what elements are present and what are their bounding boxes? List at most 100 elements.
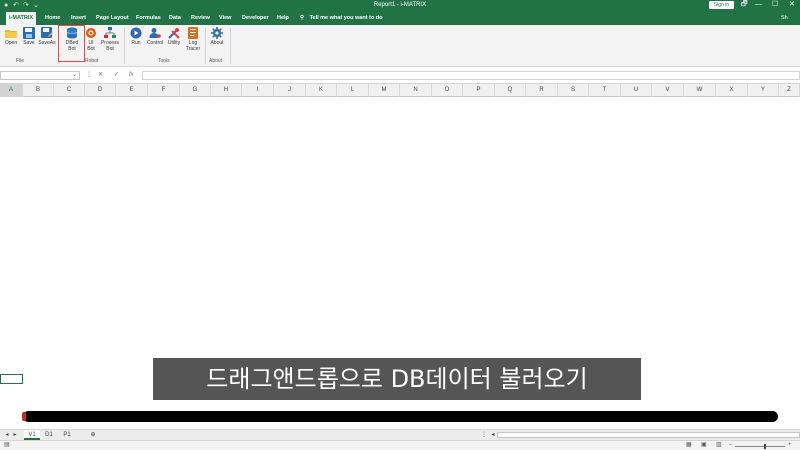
scroll-sheets-right-icon[interactable]: ▸	[11, 430, 19, 440]
log-tracer-button[interactable]: Log Tracer	[184, 27, 202, 52]
video-progress-bar[interactable]	[22, 411, 778, 422]
run-button[interactable]: Run	[129, 27, 143, 46]
zoom-out-icon[interactable]: −	[729, 441, 733, 450]
horizontal-scrollbar[interactable]	[497, 432, 800, 438]
about-button[interactable]: About	[208, 27, 226, 46]
normal-view-icon[interactable]: ▦	[686, 441, 692, 450]
column-header-o[interactable]: O	[432, 84, 463, 97]
sheet-tab-p1[interactable]: P1	[60, 430, 74, 440]
page-layout-view-icon[interactable]: ▣	[701, 441, 707, 450]
column-header-b[interactable]: B	[23, 84, 54, 97]
zoom-slider-knob[interactable]	[764, 444, 766, 449]
tell-me-label: Tell me what you want to do	[309, 15, 383, 21]
ribbon: Open Save SaveAs File DBed Bot UI Bot Pr…	[0, 25, 800, 67]
group-separator	[124, 28, 125, 64]
tab-help[interactable]: Help	[277, 13, 289, 23]
column-header-m[interactable]: M	[369, 84, 400, 97]
confirm-entry-icon[interactable]: ✓	[114, 70, 119, 80]
column-header-t[interactable]: T	[589, 84, 621, 97]
column-header-d[interactable]: D	[85, 84, 116, 97]
column-header-f[interactable]: F	[148, 84, 180, 97]
column-header-a[interactable]: A	[0, 84, 23, 97]
column-headers: A B C D E F G H I J K L M N O P Q R S T …	[0, 84, 800, 97]
zoom-slider[interactable]	[735, 446, 785, 447]
column-header-n[interactable]: N	[400, 84, 432, 97]
active-cell[interactable]	[0, 374, 23, 384]
column-header-l[interactable]: L	[337, 84, 369, 97]
add-sheet-button[interactable]: ⊕	[88, 430, 98, 440]
tab-formulas[interactable]: Formulas	[136, 13, 161, 23]
process-bot-label-line2: Bot	[106, 46, 114, 52]
column-header-x[interactable]: X	[716, 84, 748, 97]
save-label: Save	[23, 40, 35, 46]
save-as-button[interactable]: SaveAs	[38, 27, 56, 46]
tab-developer[interactable]: Developer	[242, 13, 269, 23]
save-as-label: SaveAs	[38, 40, 56, 46]
column-header-r[interactable]: R	[526, 84, 558, 97]
hscroll-left-icon[interactable]: ◂	[490, 430, 496, 440]
ui-bot-icon	[86, 28, 96, 38]
run-label: Run	[131, 40, 141, 46]
tab-view[interactable]: View	[219, 13, 231, 23]
tab-page-layout[interactable]: Page Layout	[96, 13, 129, 23]
play-icon	[130, 27, 142, 39]
tab-home[interactable]: Home	[45, 13, 60, 23]
sheet-tab-d1[interactable]: D1	[42, 430, 56, 440]
user-control-icon	[149, 28, 161, 38]
group-label-file: File	[16, 58, 25, 64]
open-label: Open	[4, 40, 18, 46]
sign-in-button[interactable]: Sign in	[709, 1, 734, 9]
column-header-p[interactable]: P	[463, 84, 495, 97]
status-bar: ▤ ▦ ▣ ▥ − +	[0, 440, 800, 450]
column-header-q[interactable]: Q	[495, 84, 526, 97]
tab-insert[interactable]: Insert	[71, 13, 86, 23]
account-initial[interactable]: Sh	[781, 13, 788, 23]
column-header-v[interactable]: V	[652, 84, 684, 97]
control-button[interactable]: Control	[145, 27, 165, 46]
open-button[interactable]: Open	[3, 27, 19, 46]
tell-me-search[interactable]: ⚲ Tell me what you want to do	[300, 13, 383, 23]
column-header-z[interactable]: Z	[779, 84, 800, 97]
save-button[interactable]: Save	[22, 27, 36, 46]
cancel-entry-icon[interactable]: ✕	[98, 70, 103, 80]
minimize-button[interactable]: —	[755, 0, 762, 10]
process-bot-button[interactable]: Process Bot	[100, 27, 120, 52]
save-icon	[23, 27, 35, 39]
column-header-w[interactable]: W	[684, 84, 716, 97]
column-header-y[interactable]: Y	[748, 84, 779, 97]
ui-bot-button[interactable]: UI Bot	[84, 27, 98, 52]
more-options-icon: ⋮	[86, 72, 92, 78]
column-header-e[interactable]: E	[116, 84, 148, 97]
video-subtitle: 드래그앤드롭으로 DB데이터 불러오기	[153, 358, 641, 400]
page-break-view-icon[interactable]: ▥	[716, 441, 722, 450]
column-header-s[interactable]: S	[558, 84, 589, 97]
column-header-i[interactable]: I	[242, 84, 274, 97]
progress-marker[interactable]	[22, 412, 26, 421]
ribbon-display-options-icon[interactable]: 🗗	[741, 0, 748, 10]
sheet-tab-v1[interactable]: V1	[24, 430, 40, 440]
formula-input[interactable]	[142, 71, 800, 80]
name-box-dropdown-icon[interactable]: ⌄	[72, 71, 77, 78]
close-button[interactable]: ✕	[789, 0, 795, 10]
utility-label: Utility	[167, 40, 181, 46]
column-header-j[interactable]: J	[274, 84, 306, 97]
sheet-options-icon[interactable]: ⋮	[480, 430, 488, 440]
tab-data[interactable]: Data	[169, 13, 181, 23]
column-header-g[interactable]: G	[180, 84, 211, 97]
insert-function-icon[interactable]: fx	[129, 70, 134, 80]
maximize-button[interactable]: ☐	[772, 0, 778, 10]
name-box[interactable]: ⌄	[0, 71, 80, 80]
tab-review[interactable]: Review	[191, 13, 210, 23]
macro-recording-icon[interactable]: ▤	[4, 441, 10, 450]
group-label-tools: Tools	[158, 58, 170, 64]
column-header-c[interactable]: C	[54, 84, 85, 97]
column-header-k[interactable]: K	[306, 84, 337, 97]
process-bot-icon	[104, 27, 116, 38]
scroll-sheets-left-icon[interactable]: ◂	[3, 430, 11, 440]
tab-i-matrix[interactable]: i-MATRIX	[6, 12, 37, 25]
column-header-u[interactable]: U	[621, 84, 652, 97]
column-header-h[interactable]: H	[211, 84, 242, 97]
utility-button[interactable]: Utility	[166, 27, 182, 46]
zoom-in-icon[interactable]: +	[788, 441, 792, 450]
about-label: About	[210, 40, 224, 46]
